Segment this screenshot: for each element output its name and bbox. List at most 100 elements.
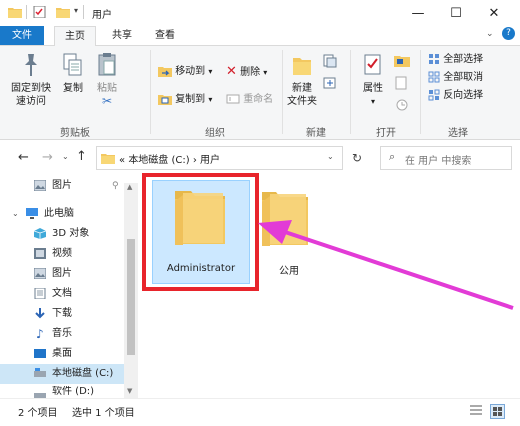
nav-item-this-pc[interactable]: ⌄ 此电脑	[0, 204, 124, 224]
nav-item-local-disk-c[interactable]: 本地磁盘 (C:)	[0, 364, 124, 384]
nav-scrollbar[interactable]: ▲ ▼	[124, 183, 138, 398]
select-none-label: 全部取消	[443, 72, 484, 83]
nav-item-software-d[interactable]: 软件 (D:)	[0, 386, 124, 398]
video-icon	[34, 248, 46, 259]
clipboard-group-label: 剪贴板	[60, 128, 90, 139]
paste-button[interactable]: 粘贴 ✂	[90, 52, 124, 107]
pin-quick-access-button[interactable]: 固定到快 速访问	[6, 52, 56, 108]
nav-item-music[interactable]: ♪ 音乐	[0, 324, 124, 344]
open-button[interactable]	[394, 54, 412, 71]
new-folder-label-line1: 新建	[292, 83, 312, 94]
back-arrow-icon[interactable]: ←	[18, 150, 29, 165]
invert-selection-icon	[428, 89, 440, 101]
address-dropdown-icon[interactable]: ⌄	[327, 152, 334, 161]
nav-item-downloads[interactable]: 下载	[0, 304, 124, 324]
tab-share[interactable]: 共享	[104, 26, 140, 45]
rename-button[interactable]: 重命名	[226, 92, 273, 108]
desktop-icon	[34, 349, 46, 358]
open-folder-icon	[394, 56, 410, 67]
minimize-button[interactable]: —	[399, 0, 437, 26]
breadcrumb-overflow[interactable]: «	[119, 155, 125, 166]
up-arrow-icon[interactable]: ↑	[76, 149, 87, 164]
search-box[interactable]: ⌕ 在 用户 中搜索	[380, 146, 512, 170]
scrollbar-thumb[interactable]	[127, 239, 135, 355]
select-none-button[interactable]: 全部取消	[428, 70, 483, 86]
new-folder-icon	[293, 58, 311, 75]
breadcrumb-users[interactable]: 用户	[200, 155, 220, 166]
tab-file[interactable]: 文件	[0, 26, 44, 45]
history-button[interactable]	[394, 98, 410, 115]
chevron-down-icon[interactable]: ⌄	[12, 204, 19, 224]
details-view-icon[interactable]	[470, 405, 482, 416]
music-icon: ♪	[36, 327, 44, 341]
tab-home[interactable]: 主页	[54, 26, 96, 46]
copy-to-button[interactable]: 复制到 ▾	[158, 92, 212, 108]
copy-button[interactable]: 复制	[58, 52, 88, 95]
documents-icon	[34, 288, 46, 299]
ribbon-collapse-icon[interactable]: ⌄	[486, 29, 494, 39]
new-folder-label-line2: 文件夹	[287, 96, 317, 107]
forward-arrow-icon[interactable]: →	[42, 150, 53, 165]
pin-label-line1: 固定到快	[11, 83, 51, 94]
new-item-button[interactable]	[322, 54, 338, 71]
properties-label: 属性	[363, 83, 383, 94]
new-folder-icon[interactable]	[56, 6, 70, 18]
pictures-icon	[34, 268, 46, 279]
cut-icon[interactable]: ✂	[90, 95, 124, 107]
select-all-button[interactable]: 全部选择	[428, 52, 483, 68]
delete-button[interactable]: ✕ 删除 ▾	[226, 64, 267, 80]
nav-item-desktop[interactable]: 桌面	[0, 344, 124, 364]
recent-locations-icon[interactable]: ⌄	[62, 152, 69, 161]
properties-icon[interactable]	[33, 6, 47, 18]
history-icon	[396, 99, 408, 111]
computer-icon	[26, 208, 38, 219]
ribbon-tab-bar: 文件 主页 共享 查看 ⌄ ?	[0, 26, 520, 46]
close-button[interactable]: ✕	[475, 0, 513, 26]
new-folder-button[interactable]: 新建 文件夹	[284, 52, 320, 108]
highlight-box	[142, 173, 259, 291]
copy-folder-icon	[158, 95, 172, 105]
move-folder-icon	[158, 67, 172, 77]
divider	[150, 50, 151, 134]
scroll-down-icon[interactable]: ▼	[127, 387, 132, 395]
drive-icon	[34, 393, 46, 398]
nav-item-videos[interactable]: 视频	[0, 244, 124, 264]
organize-group-label: 组织	[205, 128, 225, 139]
select-group-label: 选择	[448, 128, 468, 139]
scroll-up-icon[interactable]: ▲	[127, 183, 132, 191]
selected-count: 选中 1 个项目	[72, 408, 135, 419]
edit-icon	[395, 76, 407, 90]
nav-item-3d-objects[interactable]: 3D 对象	[0, 224, 124, 244]
copy-icon	[63, 53, 82, 76]
help-icon[interactable]: ?	[502, 27, 515, 40]
nav-item-pictures[interactable]: 图片	[0, 264, 124, 284]
search-placeholder: 在 用户 中搜索	[405, 156, 472, 167]
delete-icon: ✕	[226, 64, 237, 79]
navigation-pane: 图片 ⚲ ⌄ 此电脑 3D 对象 视频 图片 文档 下载 ♪ 音乐 桌面 本地磁…	[0, 176, 138, 398]
file-list: Administrator 公用	[138, 173, 520, 398]
qat-dropdown-icon[interactable]: ▾	[74, 6, 78, 15]
maximize-button[interactable]: ☐	[437, 0, 475, 26]
title-bar: ▾ 用户 — ☐ ✕	[0, 0, 520, 26]
3d-objects-icon	[34, 228, 46, 239]
rename-icon	[226, 94, 240, 104]
select-none-icon	[428, 71, 440, 83]
address-bar[interactable]: « 本地磁盘 (C:) › 用户 ⌄	[96, 146, 343, 170]
copy-to-label: 复制到	[175, 94, 206, 105]
invert-selection-button[interactable]: 反向选择	[428, 88, 483, 104]
drive-icon	[34, 368, 46, 377]
move-to-button[interactable]: 移动到 ▾	[158, 64, 212, 80]
breadcrumb-local-disk[interactable]: 本地磁盘 (C:)	[128, 155, 189, 166]
nav-item-documents[interactable]: 文档	[0, 284, 124, 304]
refresh-icon[interactable]: ↻	[347, 147, 367, 169]
edit-button[interactable]	[394, 76, 410, 93]
properties-button[interactable]: 属性 ▾	[356, 52, 390, 108]
nav-item-pictures-quick[interactable]: 图片 ⚲	[0, 176, 124, 196]
large-icons-view-icon[interactable]	[490, 404, 505, 419]
status-bar: 2 个项目 选中 1 个项目	[0, 398, 520, 426]
delete-label: 删除	[240, 67, 261, 78]
breadcrumb-separator[interactable]: ›	[193, 155, 197, 166]
properties-check-icon	[364, 54, 381, 75]
tab-view[interactable]: 查看	[147, 26, 183, 45]
easy-access-button[interactable]	[322, 76, 338, 93]
